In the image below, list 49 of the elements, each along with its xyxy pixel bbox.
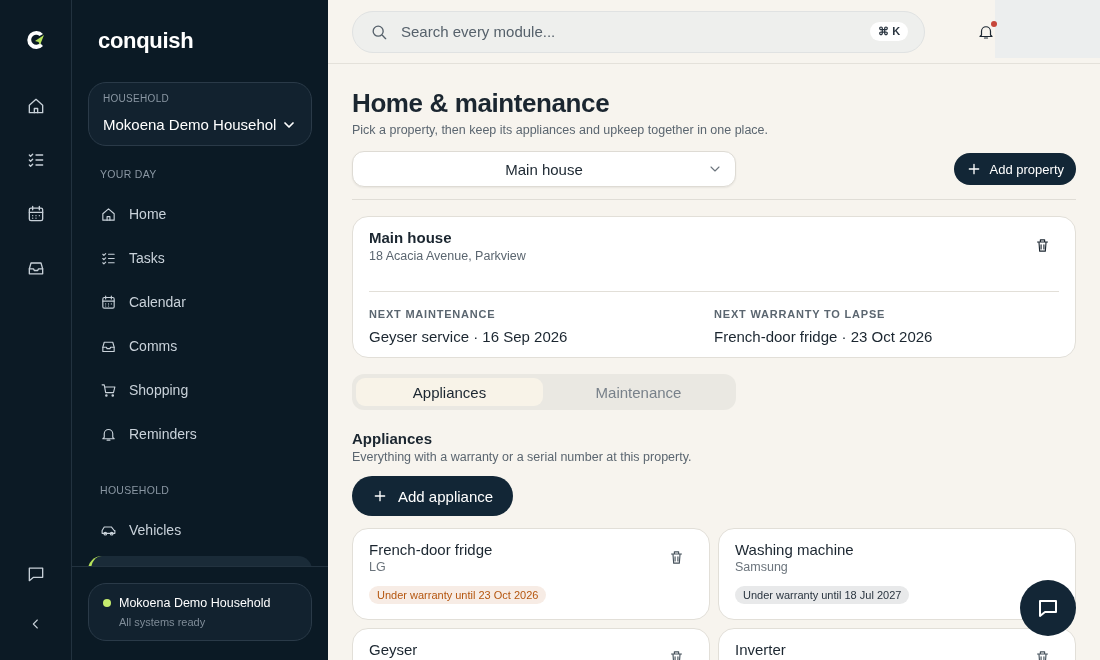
fact-label: NEXT WARRANTY TO LAPSE (714, 308, 887, 320)
property-name: Main house (369, 229, 453, 246)
status-text: All systems ready (119, 616, 207, 628)
appliance-name: Geyser (369, 641, 418, 658)
nav-item[interactable]: Reminders (88, 412, 312, 456)
appliance-name: Inverter (735, 641, 786, 658)
section-title: Appliances (352, 430, 434, 447)
appliance-card[interactable]: Inverter (718, 628, 1076, 660)
warranty-tag: Under warranty until 18 Jul 2027 (735, 586, 910, 604)
shortcut-hint: ⌘ K (870, 22, 909, 41)
household-name: Mokoena Demo Household (119, 596, 272, 610)
nav-item[interactable]: Tasks (88, 236, 312, 280)
tab[interactable]: Appliances (356, 378, 543, 406)
page-title: Home & maintenance (352, 88, 611, 119)
appliance-card[interactable]: Washing machine Samsung Under warranty until 18 Jul 2027 (718, 528, 1076, 620)
add-appliance-button[interactable]: Add appliance (352, 476, 514, 516)
warranty-tag: Under warranty until 23 Oct 2026 (369, 586, 547, 604)
appliance-name: Washing machine (735, 541, 854, 558)
add-property-button[interactable]: Add property (953, 153, 1076, 185)
appliance-brand: Samsung (735, 560, 788, 574)
appliance-card[interactable]: French-door fridge LG Under warranty until 23 Oct 2026 (352, 528, 710, 620)
search-bar[interactable]: Search every module... ⌘ K (352, 10, 926, 53)
nav-item[interactable]: Shopping (88, 368, 312, 412)
trash-icon[interactable] (668, 549, 685, 566)
appliance-brand: LG (369, 560, 386, 574)
search-input[interactable]: Search every module... (399, 22, 861, 41)
nav-item[interactable]: Home (88, 192, 312, 236)
nav-item[interactable]: Vehicles (88, 508, 312, 552)
cart-icon (100, 381, 117, 399)
nav-item[interactable]: Calendar (88, 280, 312, 324)
appliance-card[interactable]: Geyser (352, 628, 710, 660)
page-subtitle: Pick a property, then keep its appliances and upkeep together in one place. (352, 123, 769, 137)
calendar-icon (100, 293, 117, 311)
plus-icon (372, 488, 388, 504)
nav-item[interactable]: Comms (88, 324, 312, 368)
property-address: 18 Acacia Avenue, Parkview (369, 249, 526, 263)
brand-logo: conquish (98, 28, 194, 54)
household-name: Mokoena Demo Househol (103, 116, 278, 133)
fact-value: French-door fridge · 23 Oct 2026 (714, 328, 934, 345)
household-picker[interactable]: HOUSEHOLD Mokoena Demo Househol (88, 82, 312, 146)
home-icon (100, 205, 117, 223)
section-label: HOUSEHOLD (100, 484, 171, 496)
fact-label: NEXT MAINTENANCE (369, 308, 497, 320)
property-select[interactable]: Main house (352, 151, 736, 187)
picker-label: HOUSEHOLD (103, 93, 171, 104)
fact-value: Geyser service · 16 Sep 2026 (369, 328, 569, 345)
appliance-name: French-door fridge (369, 541, 493, 558)
section-subtitle: Everything with a warranty or a serial number at this property. (352, 450, 693, 464)
section-label: YOUR DAY (100, 168, 158, 180)
